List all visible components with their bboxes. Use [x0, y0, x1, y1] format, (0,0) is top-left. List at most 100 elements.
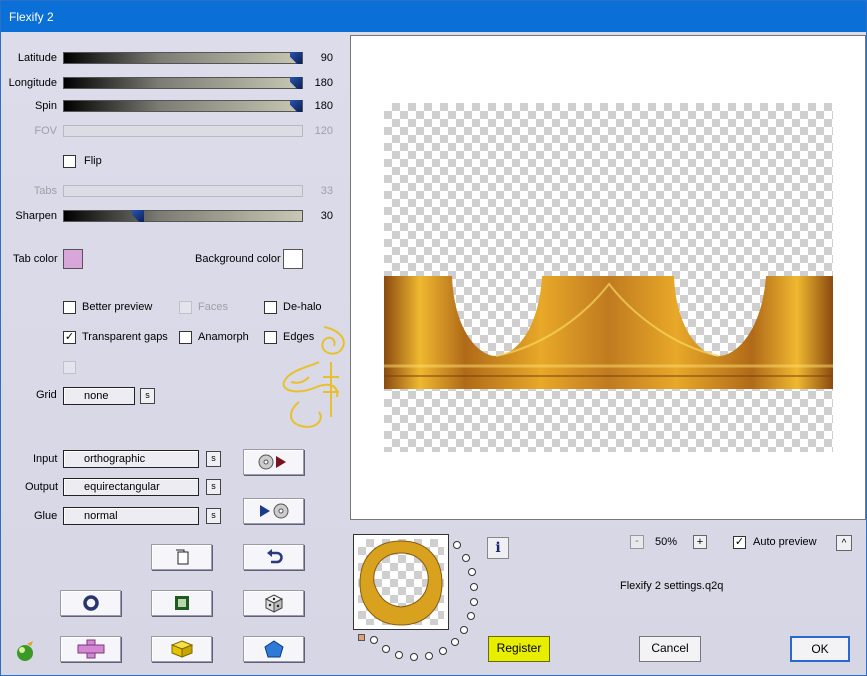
dialog-client: Latitude 90 Longitude 180 Spin 180 FOV 1… [1, 32, 866, 675]
longitude-label: Longitude [8, 77, 57, 89]
dice-icon [264, 594, 283, 613]
logo-icon [17, 641, 33, 661]
input-select[interactable]: orthographic [63, 450, 199, 468]
longitude-value: 180 [314, 77, 333, 89]
output-s-button[interactable]: s [206, 479, 221, 495]
ring-button[interactable] [60, 590, 121, 616]
flexify-window: Flexify 2 Latitude 90 Longitude 180 Spin… [0, 0, 867, 676]
ok-button[interactable]: OK [790, 636, 850, 662]
preview-pane[interactable] [350, 35, 866, 520]
cancel-button[interactable]: Cancel [639, 636, 701, 662]
preset-dot-6[interactable] [467, 612, 475, 620]
play-disc-button[interactable] [243, 498, 304, 524]
anamorph-checkbox[interactable] [179, 331, 192, 344]
plus-icon [77, 639, 104, 659]
preset-dot-2[interactable] [462, 554, 470, 562]
preset-dot-12[interactable] [395, 651, 403, 659]
glue-label: Glue [34, 510, 58, 522]
output-label: Output [25, 481, 59, 493]
latitude-slider[interactable] [63, 52, 303, 64]
zoom-value: 50% [655, 536, 678, 548]
background-color-label: Background color [195, 253, 281, 265]
copy-icon [175, 549, 188, 565]
plus-button[interactable] [60, 636, 121, 662]
latitude-value: 90 [320, 52, 333, 64]
zoom-in-button[interactable]: + [693, 535, 707, 549]
longitude-slider[interactable] [63, 77, 303, 89]
cube-icon [170, 640, 193, 658]
auto-preview-label: Auto preview [753, 536, 817, 548]
transparent-gaps-checkbox[interactable]: ✓ [63, 331, 76, 344]
background-color-swatch[interactable] [283, 249, 303, 269]
spin-slider[interactable] [63, 100, 303, 112]
de-halo-checkbox[interactable] [264, 301, 277, 314]
preset-dot-5[interactable] [470, 598, 478, 606]
preset-dot-9[interactable] [439, 647, 447, 655]
preset-dot-14[interactable] [370, 636, 378, 644]
input-label: Input [33, 453, 58, 465]
tabs-value: 33 [320, 185, 333, 197]
preset-dot-3[interactable] [468, 568, 476, 576]
edges-checkbox[interactable] [264, 331, 277, 344]
preset-dot-4[interactable] [470, 583, 478, 591]
output-select[interactable]: equirectangular [63, 478, 199, 496]
auto-preview-checkbox[interactable]: ✓ [733, 536, 746, 549]
grid-select[interactable]: none [63, 387, 135, 405]
fov-slider [63, 125, 303, 137]
cube-button[interactable] [151, 636, 212, 662]
thumbnail-marker [358, 634, 365, 641]
preset-dot-10[interactable] [425, 652, 433, 660]
glue-s-button[interactable]: s [206, 508, 221, 524]
preset-dot-1[interactable] [453, 541, 461, 549]
thumbnail-image [359, 540, 443, 626]
sharpen-value: 30 [320, 210, 333, 222]
tab-color-label: Tab color [13, 253, 58, 265]
collapse-button[interactable]: ^ [836, 535, 852, 551]
preview-image [384, 276, 833, 389]
preset-dot-8[interactable] [451, 638, 459, 646]
tab-color-swatch[interactable] [63, 249, 83, 269]
spin-value: 180 [314, 100, 333, 112]
play-disc-icon [259, 503, 288, 519]
grid-s-button[interactable]: s [140, 388, 155, 404]
disc-play-icon [258, 454, 286, 470]
better-preview-checkbox[interactable] [63, 301, 76, 314]
pentagon-icon [263, 640, 284, 658]
de-halo-label: De-halo [283, 301, 322, 313]
transparent-gaps-label: Transparent gaps [82, 331, 168, 343]
zoom-out-button[interactable]: - [630, 535, 644, 549]
register-button[interactable]: Register [488, 636, 550, 662]
sharpen-thumb[interactable] [132, 210, 144, 222]
thumbnail[interactable] [353, 534, 449, 630]
preset-dot-7[interactable] [460, 626, 468, 634]
square-icon [174, 596, 189, 610]
square-button[interactable] [151, 590, 212, 616]
fov-label: FOV [34, 125, 57, 137]
input-s-button[interactable]: s [206, 451, 221, 467]
settings-file-label: Flexify 2 settings.q2q [620, 580, 724, 592]
latitude-label: Latitude [17, 52, 57, 64]
disc-play-button[interactable] [243, 449, 304, 475]
window-title: Flexify 2 [9, 10, 54, 24]
sharpen-label: Sharpen [15, 210, 57, 222]
extra-checkbox [63, 361, 76, 374]
flip-checkbox[interactable] [63, 155, 76, 168]
sharpen-slider[interactable] [63, 210, 303, 222]
grid-label: Grid [36, 389, 57, 401]
faces-label: Faces [198, 301, 228, 313]
info-button[interactable]: i [487, 537, 509, 559]
glue-select[interactable]: normal [63, 507, 199, 525]
undo-button[interactable] [243, 544, 304, 570]
preset-dot-11[interactable] [410, 653, 418, 661]
copy-button[interactable] [151, 544, 212, 570]
title-bar: Flexify 2 [1, 1, 866, 32]
undo-icon [266, 549, 283, 564]
pentagon-button[interactable] [243, 636, 304, 662]
fov-value: 120 [314, 125, 333, 137]
better-preview-label: Better preview [82, 301, 153, 313]
flip-label: Flip [84, 155, 102, 167]
tabs-slider [63, 185, 303, 197]
spin-label: Spin [34, 100, 57, 112]
dice-button[interactable] [243, 590, 304, 616]
preset-dot-13[interactable] [382, 645, 390, 653]
